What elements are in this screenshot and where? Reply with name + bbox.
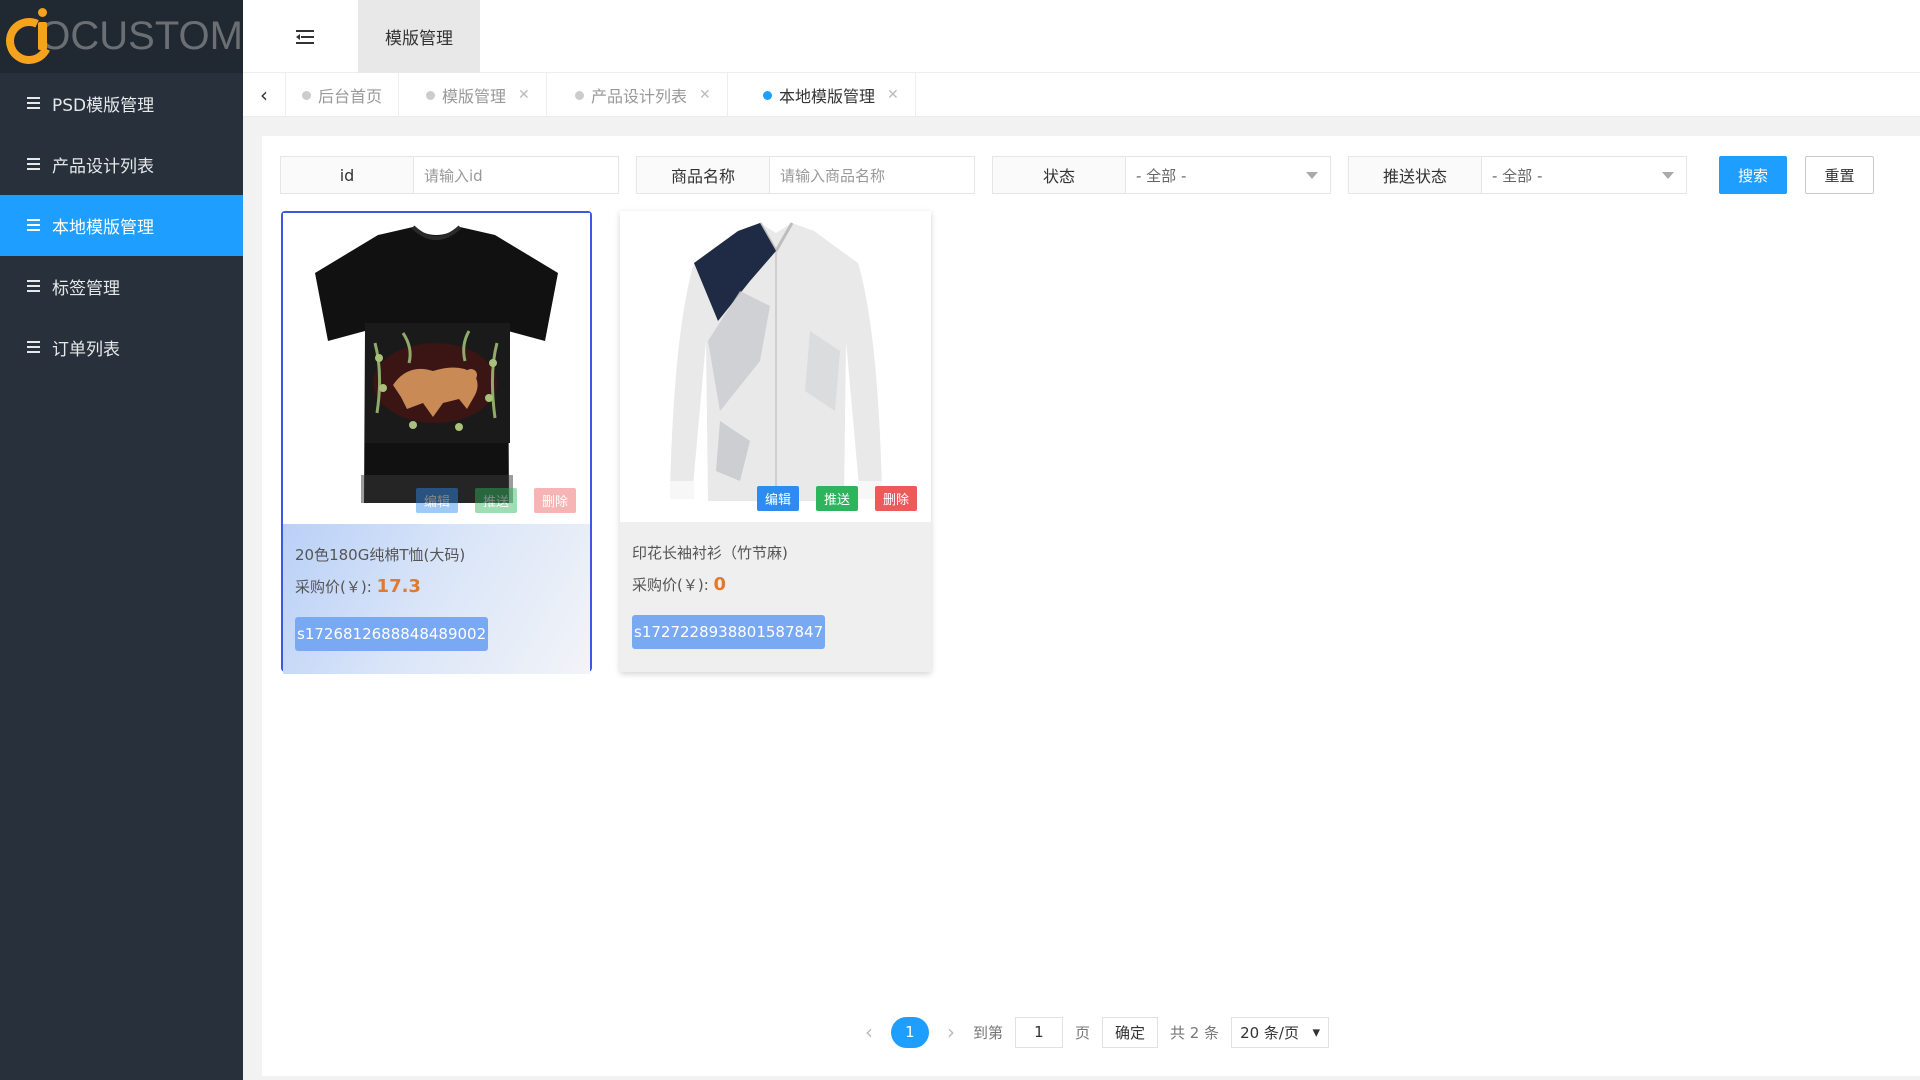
page-size-select[interactable]: 20 条/页 ▾ <box>1231 1016 1330 1048</box>
page-current[interactable]: 1 <box>890 1016 929 1048</box>
filter-bar: id 请输入id 商品名称 请输入商品名称 状态 - 全部 - 推送状态 - 全… <box>280 156 1704 194</box>
list-icon <box>24 97 40 110</box>
sidebar-item-label: PSD模版管理 <box>52 96 155 116</box>
product-card[interactable]: 编辑 推送 删除 20色180G纯棉T恤(大码) 采购价(￥): 17.3 s1… <box>281 211 592 674</box>
tab-label: 产品设计列表 <box>591 87 688 106</box>
edit-button[interactable]: 编辑 <box>416 488 458 513</box>
close-icon[interactable]: ✕ <box>887 87 899 103</box>
price-value: 17.3 <box>376 576 421 597</box>
tab-local-templates[interactable]: 本地模版管理 ✕ <box>747 73 916 117</box>
sidebar-item-label: 本地模版管理 <box>52 218 154 238</box>
chevron-down-icon: ▾ <box>1312 1023 1321 1041</box>
product-title: 印花长袖衬衫（竹节麻) <box>632 544 788 562</box>
main-panel: id 请输入id 商品名称 请输入商品名称 状态 - 全部 - 推送状态 - 全… <box>262 136 1920 1076</box>
sidebar: OCUSTOM PSD模版管理 产品设计列表 本地模版管理 标签管理 订单列表 <box>0 0 243 1080</box>
tab-label: 本地模版管理 <box>779 87 876 106</box>
menu-toggle-icon[interactable] <box>296 30 314 44</box>
filter-push-status: 推送状态 - 全部 - <box>1348 156 1687 194</box>
close-icon[interactable]: ✕ <box>699 87 711 103</box>
push-status-select-value: - 全部 - <box>1492 166 1543 185</box>
logo-text: OCUSTOM <box>39 14 243 58</box>
tabs-bar: ‹ 后台首页 模版管理 ✕ 产品设计列表 ✕ 本地模版管理 ✕ <box>243 73 1920 117</box>
pagination: ‹ 1 › 到第 1 页 确定 共 2 条 20 条/页 ▾ <box>262 1016 1920 1048</box>
filter-name-label: 商品名称 <box>636 156 769 194</box>
sidebar-item-product-designs[interactable]: 产品设计列表 <box>0 134 243 195</box>
top-header: 模版管理 <box>243 0 1920 73</box>
card-actions: 编辑 推送 删除 <box>416 488 576 513</box>
reset-button[interactable]: 重置 <box>1805 156 1874 194</box>
tab-dot-icon <box>426 90 435 100</box>
sidebar-item-local-templates[interactable]: 本地模版管理 <box>0 195 243 256</box>
sku-badge: s1727228938801587847 <box>632 615 826 649</box>
tab-product-designs[interactable]: 产品设计列表 ✕ <box>559 73 728 117</box>
tab-label: 后台首页 <box>318 87 383 106</box>
product-name-input[interactable]: 请输入商品名称 <box>769 156 975 194</box>
tab-dashboard[interactable]: 后台首页 <box>286 73 400 117</box>
tab-template-management[interactable]: 模版管理 ✕ <box>410 73 547 117</box>
product-image-black-tshirt <box>283 213 590 524</box>
price-label: 采购价(￥): <box>295 578 372 596</box>
price-value: 0 <box>713 574 727 595</box>
delete-button[interactable]: 删除 <box>534 488 576 513</box>
filter-status: 状态 - 全部 - <box>992 156 1331 194</box>
chevron-left-icon[interactable]: ‹ <box>243 73 286 117</box>
status-select-value: - 全部 - <box>1136 166 1187 185</box>
goto-label: 到第 <box>972 1023 1003 1042</box>
header-tab-template-management[interactable]: 模版管理 <box>358 0 480 73</box>
goto-page-input[interactable]: 1 <box>1014 1016 1063 1048</box>
chevron-left-icon[interactable]: ‹ <box>859 1020 879 1044</box>
close-icon[interactable]: ✕ <box>518 87 530 103</box>
list-icon <box>24 341 40 354</box>
total-count: 共 2 条 <box>1169 1023 1220 1042</box>
sidebar-item-label: 标签管理 <box>52 279 120 299</box>
tab-label: 模版管理 <box>442 87 507 106</box>
edit-button[interactable]: 编辑 <box>757 486 799 511</box>
filter-id-label: id <box>280 156 413 194</box>
page-size-value: 20 条/页 <box>1240 1023 1299 1042</box>
sidebar-item-orders[interactable]: 订单列表 <box>0 317 243 378</box>
logo[interactable]: OCUSTOM <box>0 0 243 73</box>
chevron-down-icon <box>1306 172 1318 179</box>
filter-id: id 请输入id <box>280 156 619 194</box>
list-icon <box>24 158 40 171</box>
page-label: 页 <box>1074 1023 1090 1042</box>
confirm-button[interactable]: 确定 <box>1101 1016 1158 1048</box>
sidebar-item-label: 产品设计列表 <box>52 157 154 177</box>
push-status-select[interactable]: - 全部 - <box>1481 156 1687 194</box>
list-icon <box>24 280 40 293</box>
sku-badge: s1726812688848489002 <box>295 617 489 651</box>
sidebar-item-tags[interactable]: 标签管理 <box>0 256 243 317</box>
product-title: 20色180G纯棉T恤(大码) <box>295 546 466 564</box>
push-button[interactable]: 推送 <box>816 486 858 511</box>
tab-dot-icon <box>763 90 772 100</box>
product-price: 采购价(￥): 0 <box>632 574 726 595</box>
product-image-white-shirt <box>620 211 931 522</box>
tab-dot-icon <box>575 90 584 100</box>
sidebar-item-psd-templates[interactable]: PSD模版管理 <box>0 73 243 134</box>
logo-icon <box>0 6 59 70</box>
product-price: 采购价(￥): 17.3 <box>295 576 421 597</box>
status-select[interactable]: - 全部 - <box>1125 156 1331 194</box>
list-icon <box>24 219 40 232</box>
push-button[interactable]: 推送 <box>475 488 517 513</box>
filter-status-label: 状态 <box>992 156 1125 194</box>
tab-dot-icon <box>302 90 311 100</box>
chevron-right-icon[interactable]: › <box>941 1020 961 1044</box>
card-info: 20色180G纯棉T恤(大码) 采购价(￥): 17.3 s1726812688… <box>283 524 590 674</box>
delete-button[interactable]: 删除 <box>875 486 917 511</box>
card-actions: 编辑 推送 删除 <box>757 486 917 511</box>
chevron-down-icon <box>1662 172 1674 179</box>
search-button[interactable]: 搜索 <box>1719 156 1787 194</box>
price-label: 采购价(￥): <box>632 576 709 594</box>
sidebar-item-label: 订单列表 <box>52 340 120 360</box>
card-info: 印花长袖衬衫（竹节麻) 采购价(￥): 0 s17272289388015878… <box>620 522 931 672</box>
filter-name: 商品名称 请输入商品名称 <box>636 156 975 194</box>
product-card[interactable]: 编辑 推送 删除 印花长袖衬衫（竹节麻) 采购价(￥): 0 s17272289… <box>620 211 931 672</box>
id-input[interactable]: 请输入id <box>413 156 619 194</box>
filter-push-status-label: 推送状态 <box>1348 156 1481 194</box>
